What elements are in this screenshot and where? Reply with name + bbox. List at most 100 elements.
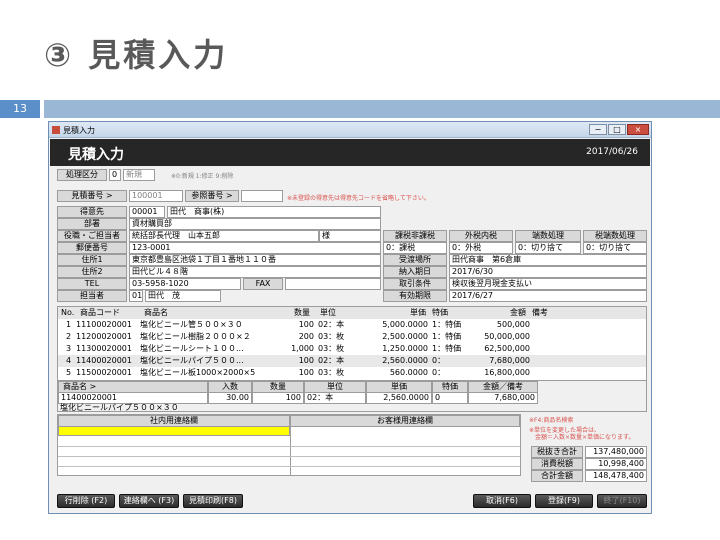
staff-name: 田代 茂 [145,290,221,302]
customer-name: 田代 商事(株) [167,206,381,218]
amount-input[interactable]: 7,680,000 [468,392,538,404]
contact-input[interactable]: 統括部長代理 山本五郎 [129,230,319,242]
price-input[interactable]: 2,560.0000 [366,392,432,404]
cell-amount: 62,500,000 [484,344,530,353]
estimate-no-input[interactable]: 100001 [129,190,183,202]
cell-no: 3 [66,344,72,353]
addr2-label: 住所2 [57,266,127,278]
cell-name: 塩化ビニール樹脂２０００×２ [140,332,251,341]
col-header: 単位 [320,308,336,317]
table-row[interactable]: 5 11500020001 塩化ビニール板1000×2000×5 100 03：… [58,367,646,379]
tax-rounding-label: 税端数処理 [583,230,647,242]
tax-type-label: 課税非課税 [383,230,447,242]
addr2-input[interactable]: 田代ビル４８階 [129,266,381,278]
table-row[interactable]: 1 11100020001 塩化ビニール管５００×３０ 100 02：本 5,0… [58,319,646,331]
rounding-label: 端数処理 [515,230,581,242]
estimate-no-button[interactable]: 見積番号 > [57,190,127,202]
col-header: 備考 [532,308,548,317]
tax-amount-value: 10,998,400 [585,458,647,470]
screen-date: 2017/06/26 [586,147,638,157]
ref-no-input[interactable] [241,190,283,202]
cell-unit: 03：枚 [318,344,345,353]
staff-label[interactable]: 担当者 [57,290,127,302]
minimize-button[interactable]: − [589,124,607,135]
rounding-select[interactable]: 0：切り捨て [515,242,581,254]
exit-button[interactable]: 終了(F10) [597,494,647,508]
cell-unit: 03：枚 [318,332,345,341]
cell-name: 塩化ビニール管５００×３０ [140,320,243,329]
cell-special: 1：特価 [432,344,462,353]
customer-memo-input[interactable] [290,426,520,476]
col-header: 商品名 [144,308,168,317]
process-hint: ※0:新規 1:修正 9:削除 [171,173,234,180]
tax-rounding-select[interactable]: 0：切り捨て [583,242,647,254]
col-header: 単価 [410,308,426,317]
honorific: 様 [319,230,381,242]
delete-row-button[interactable]: 行削除 (F2) [57,494,115,508]
terms-input[interactable]: 検収後翌月現金支払い [449,278,647,290]
process-code-input[interactable]: 0 [109,169,121,181]
table-row-selected[interactable]: 4 11400020001 塩化ビニールパイプ５００... 100 02：本 2… [58,355,646,367]
maximize-button[interactable]: □ [608,124,626,135]
subtotal-value: 137,480,000 [585,446,647,458]
cell-no: 5 [66,368,72,377]
tax-incl-label: 外税内税 [449,230,513,242]
customer-hint: ※未登録の得意先は得意先コードを省略して下さい。 [287,195,430,202]
cell-price: 1,250.0000 [382,344,428,353]
slide-bar [44,100,720,118]
cell-amount: 50,000,000 [484,332,530,341]
cell-name: 塩化ビニールシート１００... [140,344,244,353]
memo-divider [58,446,520,447]
cell-special: 1：特価 [432,332,462,341]
cell-unit: 03：枚 [318,368,345,377]
copy-to-memo-button[interactable]: 連絡欄へ (F3) [119,494,179,508]
cell-qty: 100 [298,356,314,365]
expiry-label: 有効期限 [383,290,447,302]
estimate-window: 見積入力 − □ × 見積入力 2017/06/26 処理区分 0 新規 ※0:… [48,121,652,514]
process-value: 新規 [123,169,155,181]
window-titlebar: 見積入力 − □ × [49,122,651,138]
cell-code: 11200020001 [76,332,132,341]
cell-code: 11100020001 [76,320,132,329]
table-row[interactable]: 2 11200020001 塩化ビニール樹脂２０００×２ 200 03：枚 2,… [58,331,646,343]
tax-incl-select[interactable]: 0：外税 [449,242,513,254]
total-label: 合計金額 [531,470,583,482]
customer-code-input[interactable]: 00001 [129,206,165,218]
internal-memo-input[interactable] [58,426,290,436]
addr1-input[interactable]: 東京都豊島区池袋１丁目１番地１１０番 [129,254,381,266]
dept-input[interactable]: 資材購買部 [129,218,381,230]
cell-no: 4 [66,356,72,365]
qty-in-input[interactable]: 30.00 [208,392,252,404]
cancel-button[interactable]: 取消(F6) [473,494,531,508]
tel-input[interactable]: 03-5958-1020 [129,278,241,290]
unit-select[interactable]: 02：本 [304,392,366,404]
fax-input[interactable] [285,278,381,290]
qty-input[interactable]: 100 [252,392,304,404]
customer-label[interactable]: 得意先 [57,206,127,218]
print-estimate-button[interactable]: 見積印刷(F8) [183,494,243,508]
special-input[interactable]: 0 [432,392,468,404]
expiry-input[interactable]: 2017/6/27 [449,290,647,302]
items-table[interactable]: No. 商品コード 商品名 数量 単位 単価 特価 金額 備考 1 111000… [57,306,647,384]
close-button[interactable]: × [627,124,649,135]
tel-label: TEL [57,278,127,290]
cell-name: 塩化ビニール板1000×2000×5 [140,368,256,377]
note-f4: ※F4:商品名検索 [529,417,574,424]
place-input[interactable]: 田代商事 第6倉庫 [449,254,647,266]
ref-no-button[interactable]: 参照番号 > [185,190,239,202]
cell-qty: 1,000 [291,344,314,353]
staff-code-input[interactable]: 01 [129,290,143,302]
items-table-header: No. 商品コード 商品名 数量 単位 単価 特価 金額 備考 [58,307,646,319]
terms-label: 取引条件 [383,278,447,290]
due-date-input[interactable]: 2017/6/30 [449,266,647,278]
slide-title: ③ 見積入力 [44,36,229,74]
cell-amount: 500,000 [496,320,530,329]
register-button[interactable]: 登録(F9) [535,494,593,508]
tax-type-select[interactable]: 0：課税 [383,242,447,254]
cell-price: 5,000.0000 [382,320,428,329]
memo-area: 社内用連絡欄 お客様用連絡欄 [57,414,521,476]
table-row[interactable]: 3 11300020001 塩化ビニールシート１００... 1,000 03：枚… [58,343,646,355]
cell-code: 11500020001 [76,368,132,377]
cell-price: 2,560.0000 [382,356,428,365]
zip-input[interactable]: 123-0001 [129,242,381,254]
